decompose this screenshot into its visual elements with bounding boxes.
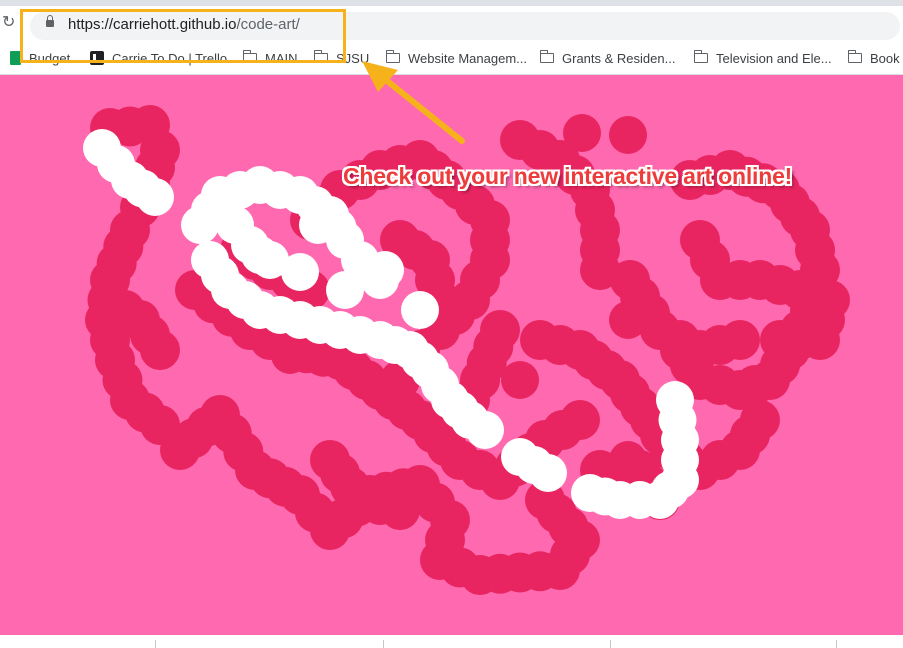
- bottom-bar: [0, 635, 903, 648]
- divider: [383, 640, 384, 648]
- divider: [155, 640, 156, 648]
- divider: [610, 640, 611, 648]
- divider: [836, 640, 837, 648]
- callout-arrow: [362, 61, 465, 144]
- annotation-caption: Check out your new interactive art onlin…: [343, 163, 793, 189]
